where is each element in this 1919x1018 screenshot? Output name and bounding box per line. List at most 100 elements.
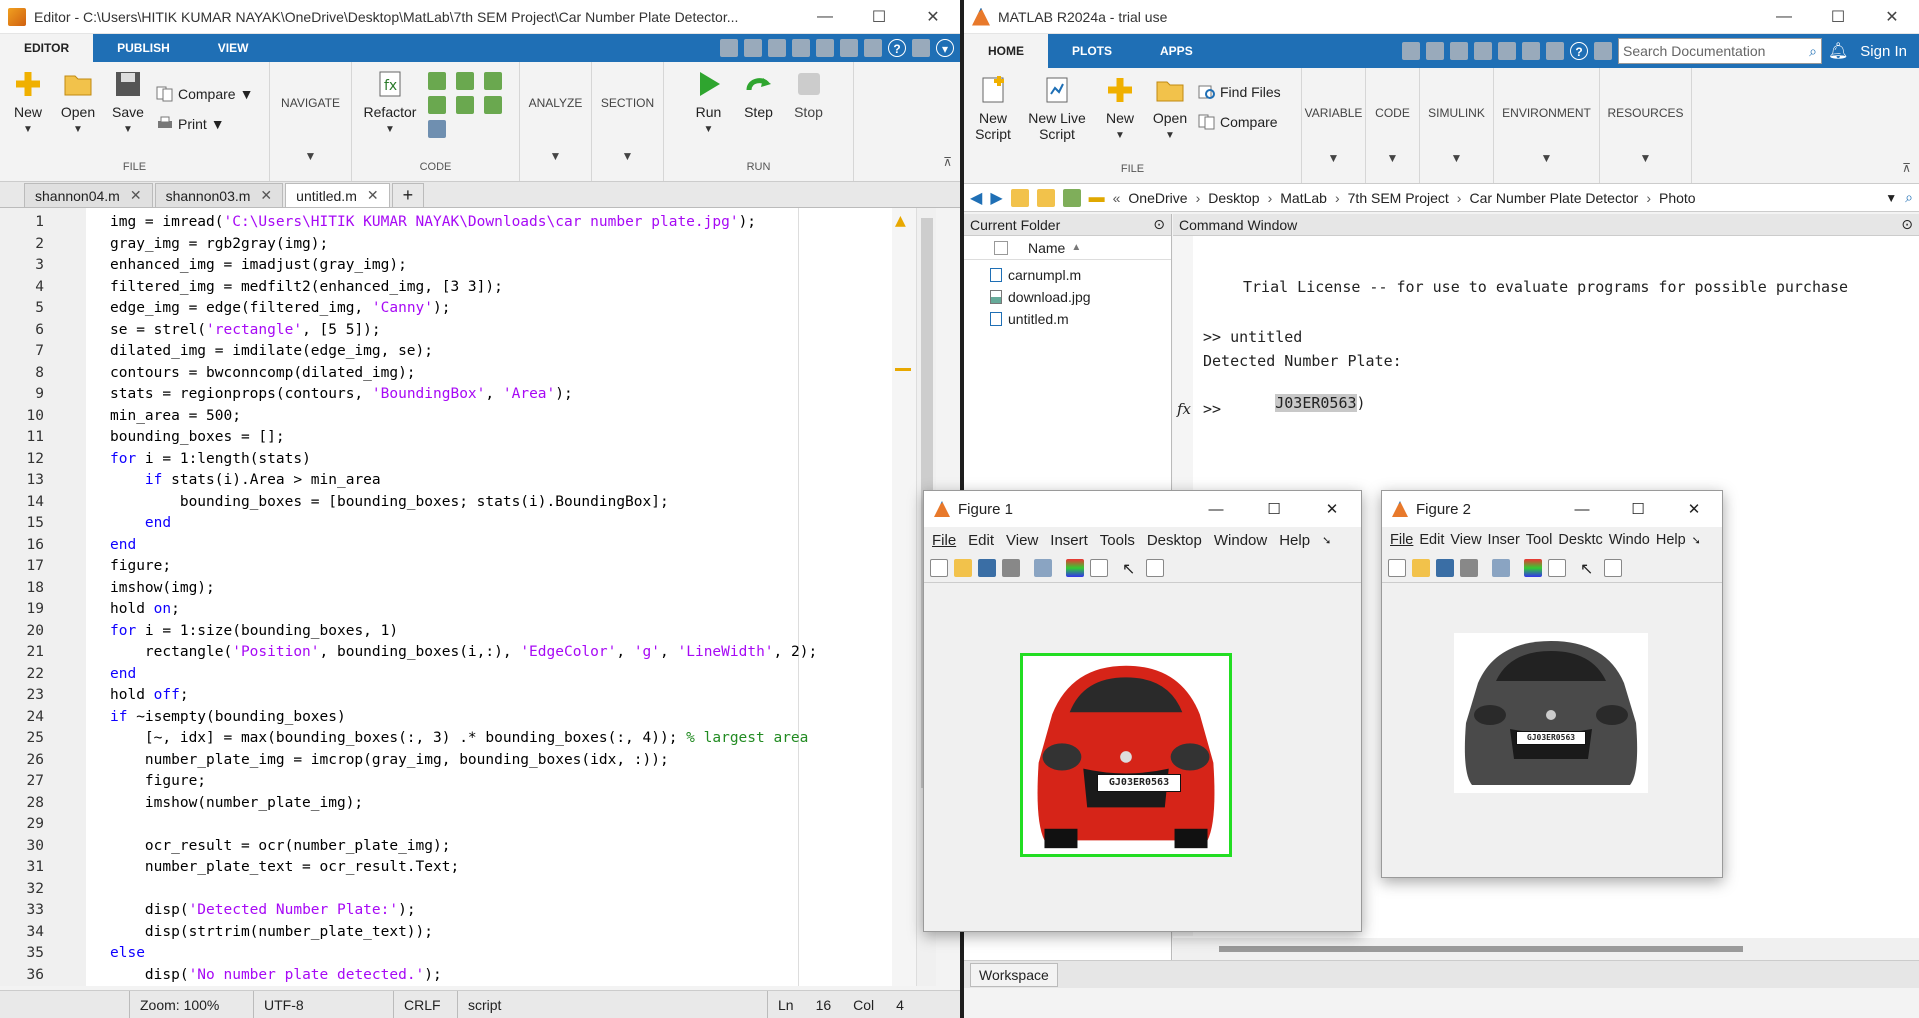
switch-windows-icon[interactable] <box>1545 42 1564 60</box>
search-documentation-input[interactable]: Search Documentation ⌕ <box>1617 38 1822 64</box>
undo-icon[interactable] <box>816 39 834 57</box>
code-line[interactable]: 29 <box>0 814 790 836</box>
open-button[interactable]: Open ▼ <box>1148 74 1192 141</box>
folder-tree-icon[interactable] <box>1062 188 1081 207</box>
paste-icon[interactable] <box>1473 42 1492 60</box>
bell-icon[interactable]: 🔔︎ <box>1828 41 1848 61</box>
compare-button[interactable]: Compare ▼ <box>156 82 253 106</box>
copy-icon[interactable] <box>768 39 786 57</box>
code-line[interactable]: 30 ocr_result = ocr(number_plate_img); <box>0 836 790 858</box>
code-line[interactable]: 2 gray_img = rgb2gray(img); <box>0 234 790 256</box>
code-line[interactable]: 33 disp('Detected Number Plate:'); <box>0 900 790 922</box>
close-icon[interactable]: ✕ <box>260 187 272 204</box>
link-plot-icon[interactable] <box>1034 558 1052 577</box>
toolbar-overflow-icon[interactable]: ➘ <box>1322 534 1331 547</box>
code-line[interactable]: 28 imshow(number_plate_img); <box>0 793 790 815</box>
code-line[interactable]: 11 bounding_boxes = []; <box>0 427 790 449</box>
code-line[interactable]: 21 rectangle('Position', bounding_boxes(… <box>0 642 818 664</box>
code-line[interactable]: 35 else <box>0 943 790 965</box>
doc-tab-untitled[interactable]: untitled.m ✕ <box>285 183 390 207</box>
print-figure-icon[interactable] <box>1002 558 1020 577</box>
workspace-tab[interactable]: Workspace <box>964 960 1919 988</box>
maximize-icon[interactable]: ☐ <box>1811 7 1865 27</box>
property-inspector-icon[interactable] <box>1604 558 1622 577</box>
tab-plots[interactable]: PLOTS <box>1048 34 1136 68</box>
tab-view[interactable]: VIEW <box>194 34 273 62</box>
path-dropdown-icon[interactable]: ▼ <box>1885 191 1897 205</box>
property-inspector-icon[interactable] <box>1146 558 1164 577</box>
breadcrumb-desktop[interactable]: Desktop <box>1208 190 1259 206</box>
redo-icon[interactable] <box>840 39 858 57</box>
warning-marker[interactable] <box>895 368 911 371</box>
close-icon[interactable]: ✕ <box>1303 500 1361 518</box>
code-group-home[interactable]: CODE ▼ <box>1366 68 1420 183</box>
warning-icon[interactable]: ▲ <box>895 210 906 231</box>
file-item[interactable]: download.jpg <box>990 286 1171 308</box>
code-line[interactable]: 13 if stats(i).Area > min_area <box>0 470 790 492</box>
variable-group[interactable]: VARIABLE ▼ <box>1302 68 1366 183</box>
print-button[interactable]: Print ▼ <box>156 112 253 136</box>
code-line[interactable]: 3 enhanced_img = imadjust(gray_img); <box>0 255 790 277</box>
breadcrumb-photo[interactable]: Photo <box>1659 190 1696 206</box>
insert-legend-icon[interactable] <box>1090 558 1108 577</box>
menu-view[interactable]: View <box>1450 532 1481 548</box>
minimize-icon[interactable]: — <box>798 8 852 26</box>
code-line[interactable]: 6 se = strel('rectangle', [5 5]); <box>0 320 790 342</box>
code-line[interactable]: 19 hold on; <box>0 599 790 621</box>
code-line[interactable]: 7 dilated_img = imdilate(edge_img, se); <box>0 341 790 363</box>
tab-home[interactable]: HOME <box>964 34 1048 68</box>
menu-window[interactable]: Window <box>1214 532 1267 549</box>
smart-indent-icon[interactable] <box>428 96 446 114</box>
link-plot-icon[interactable] <box>1492 558 1510 577</box>
collapse-ribbon-icon[interactable]: ⊼ <box>1902 161 1911 175</box>
sign-in-link[interactable]: Sign In <box>1854 43 1913 60</box>
scrollbar-thumb[interactable] <box>1219 946 1743 952</box>
open-file-icon[interactable] <box>954 558 972 577</box>
menu-edit[interactable]: Edit <box>968 532 994 549</box>
minimize-icon[interactable]: — <box>1757 8 1811 26</box>
new-script-button[interactable]: New Script <box>970 74 1016 142</box>
code-line[interactable]: 26 number_plate_img = imcrop(gray_img, b… <box>0 750 790 772</box>
run-button[interactable]: Run ▼ <box>687 68 731 135</box>
close-icon[interactable]: ✕ <box>367 187 379 204</box>
decrease-indent-icon[interactable] <box>456 96 474 114</box>
menu-insert[interactable]: Inser <box>1488 532 1520 548</box>
close-icon[interactable]: ✕ <box>1865 7 1919 27</box>
menu-file[interactable]: File <box>932 532 956 549</box>
code-editor[interactable]: ▲ 1 img = imread('C:\Users\HITIK KUMAR NA… <box>0 208 936 986</box>
new-figure-icon[interactable] <box>930 558 948 577</box>
code-line[interactable]: 17 figure; <box>0 556 790 578</box>
code-line[interactable]: 4 filtered_img = medfilt2(enhanced_img, [… <box>0 277 790 299</box>
tab-publish[interactable]: PUBLISH <box>93 34 194 62</box>
fx-icon[interactable]: fx <box>1177 400 1191 418</box>
command-prompt[interactable]: >> <box>1203 400 1221 418</box>
wrap-comments-icon[interactable] <box>484 72 502 90</box>
cut-icon[interactable] <box>1425 42 1444 60</box>
new-live-script-button[interactable]: New Live Script <box>1022 74 1092 142</box>
code-line[interactable]: 18 imshow(img); <box>0 578 790 600</box>
breadcrumb-7th-sem[interactable]: 7th SEM Project <box>1348 190 1449 206</box>
redo-icon[interactable] <box>1521 42 1540 60</box>
browse-folder-icon[interactable] <box>1036 188 1055 207</box>
menu-window[interactable]: Windo <box>1609 532 1650 548</box>
menu-desktop[interactable]: Desktop <box>1147 532 1202 549</box>
menu-file[interactable]: File <box>1390 532 1413 548</box>
comment-icon[interactable] <box>428 72 446 90</box>
find-files-button[interactable]: Find Files <box>1198 80 1281 104</box>
code-line[interactable]: 8 contours = bwconncomp(dilated_img); <box>0 363 790 385</box>
navigate-group[interactable]: NAVIGATE ▼ <box>270 62 352 181</box>
help-icon[interactable]: ? <box>888 39 906 57</box>
section-group[interactable]: SECTION ▼ <box>592 62 664 181</box>
minimize-icon[interactable]: — <box>1554 501 1610 518</box>
code-line[interactable]: 34 disp(strtrim(number_plate_text)); <box>0 922 790 944</box>
collapse-ribbon-icon[interactable]: ⊼ <box>943 155 952 169</box>
switch-windows-icon[interactable] <box>864 39 882 57</box>
save-button[interactable]: Save ▼ <box>106 68 150 135</box>
code-line[interactable]: 22 end <box>0 664 790 686</box>
community-icon[interactable] <box>1593 42 1612 60</box>
panel-menu-icon[interactable]: ⊙ <box>1153 216 1165 233</box>
close-icon[interactable]: ✕ <box>906 7 960 27</box>
menu-help[interactable]: Help <box>1279 532 1310 549</box>
save-icon[interactable] <box>1401 42 1420 60</box>
maximize-icon[interactable]: ☐ <box>852 7 906 27</box>
